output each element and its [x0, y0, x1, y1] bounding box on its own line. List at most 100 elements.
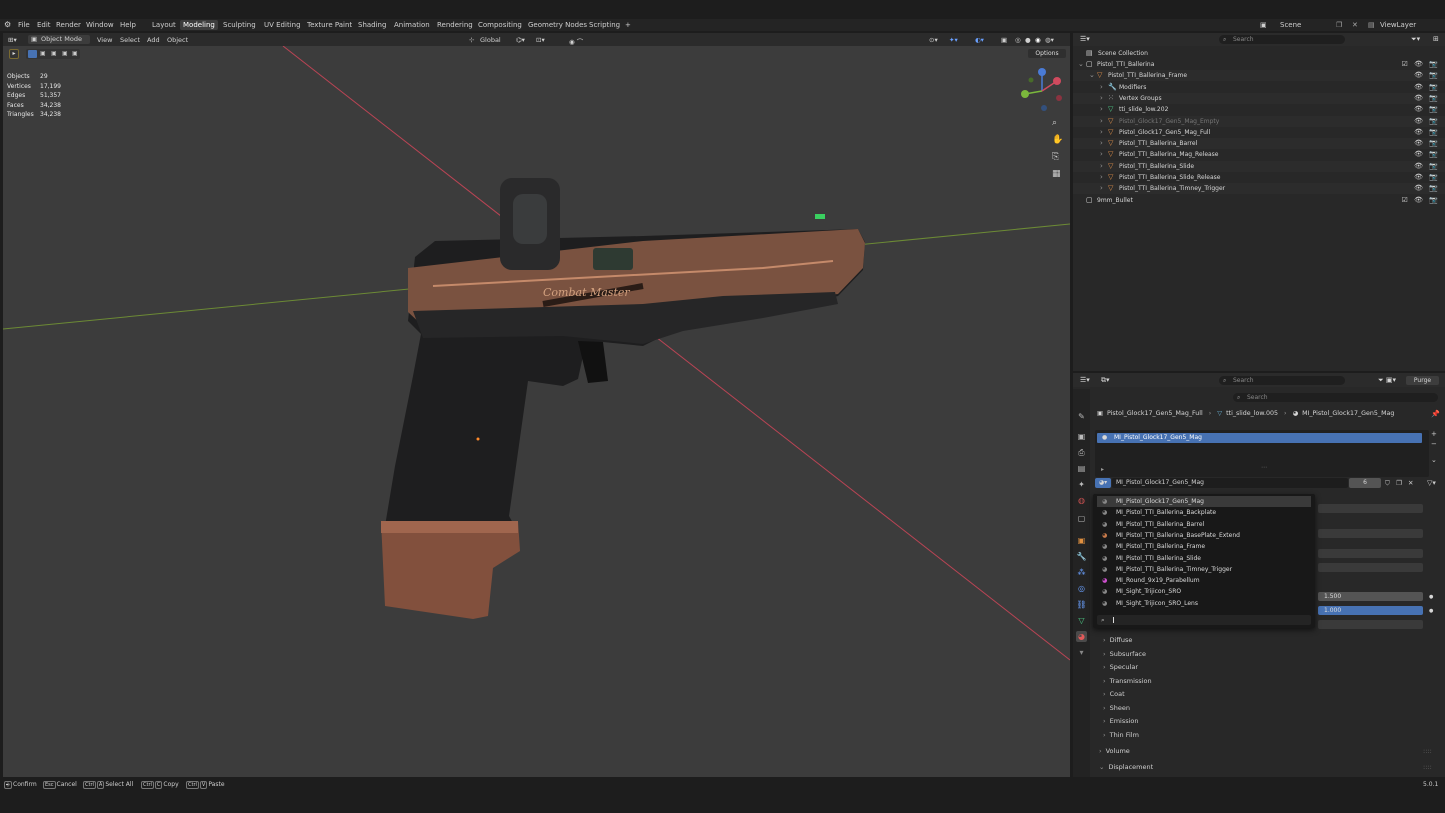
output-tab-icon[interactable]: ⎙: [1076, 447, 1087, 458]
3d-viewport[interactable]: Combat Master Objects 29 Vertices 17,199 E…: [3, 46, 1070, 777]
slot-remove-icon[interactable]: −: [1431, 440, 1437, 449]
modifier-tab-icon[interactable]: 🔧: [1076, 551, 1087, 562]
select-invert-icon[interactable]: ▣: [62, 50, 68, 57]
expand-icon[interactable]: ▸: [1101, 466, 1104, 473]
collection-tab-icon[interactable]: ▢: [1076, 513, 1087, 524]
visibility-toggle-icons[interactable]: 👁 📷: [1414, 161, 1440, 172]
outliner-row[interactable]: › ▽ Pistol_Glock17_Gen5_Mag_Full 👁 📷: [1073, 127, 1445, 138]
expand-toggle-icon[interactable]: ›: [1100, 161, 1103, 172]
material-slot-selected[interactable]: ● MI_Pistol_Glock17_Gen5_Mag: [1097, 433, 1422, 443]
visibility-toggle-icons[interactable]: 👁 📷: [1414, 104, 1440, 115]
outliner-search-input[interactable]: ⌕ Search: [1219, 35, 1345, 44]
expand-toggle-icon[interactable]: ⌄: [1078, 59, 1084, 70]
display-mode-icon[interactable]: ⧉▾: [1101, 376, 1110, 385]
material-browse-button[interactable]: ◕▾: [1095, 478, 1111, 488]
navigation-gizmo[interactable]: [1017, 66, 1067, 116]
material-option[interactable]: ◕ MI_Pistol_Glock17_Gen5_Mag: [1097, 496, 1311, 507]
object-tab-icon[interactable]: ▣: [1076, 535, 1087, 546]
panel-section-subsurface[interactable]: › Subsurface: [1103, 650, 1146, 658]
expand-toggle-icon[interactable]: ›: [1100, 172, 1103, 183]
panel-section-sheen[interactable]: › Sheen: [1103, 704, 1130, 712]
outliner-row[interactable]: ▢ 9mm_Bullet ☑ 👁 📷: [1073, 195, 1445, 206]
select-extend-icon[interactable]: ▣: [40, 50, 46, 57]
viewlayer-icon[interactable]: ▤: [1368, 21, 1375, 29]
resize-grip-icon[interactable]: ⋯: [1261, 464, 1267, 471]
menu-render[interactable]: Render: [56, 21, 81, 29]
expand-toggle-icon[interactable]: ›: [1100, 104, 1103, 115]
menu-file[interactable]: File: [18, 21, 30, 29]
outliner-row[interactable]: › ▽ Pistol_TTI_Ballerina_Slide_Release 👁 📷: [1073, 172, 1445, 183]
visibility-toggle-icons[interactable]: 👁 📷: [1414, 127, 1440, 138]
select-subtract-icon[interactable]: ▣: [51, 50, 57, 57]
field-placeholder-5[interactable]: [1318, 620, 1423, 629]
proportional-edit-icon[interactable]: ◉ ⌒: [569, 36, 583, 46]
visibility-toggle-icons[interactable]: ☑ 👁 📷: [1402, 59, 1440, 70]
tab-sculpting[interactable]: Sculpting: [223, 21, 256, 29]
tab-uv-editing[interactable]: UV Editing: [264, 21, 301, 29]
properties-top-search-input[interactable]: ⌕ Search: [1219, 376, 1345, 385]
gizmo-icon[interactable]: ✦▾: [949, 36, 958, 44]
shading-material-icon[interactable]: ◉: [1035, 36, 1041, 44]
expand-toggle-icon[interactable]: ›: [1100, 116, 1103, 127]
select-new-icon[interactable]: [28, 50, 37, 58]
menu-edit[interactable]: Edit: [37, 21, 51, 29]
xray-icon[interactable]: ▣: [1001, 36, 1007, 44]
outliner-row[interactable]: › ⁙ Vertex Groups 👁 📷: [1073, 92, 1445, 104]
drag-handle-icon[interactable]: ::::: [1423, 747, 1432, 755]
particles-tab-icon[interactable]: ⁂: [1076, 567, 1087, 578]
expand-toggle-icon[interactable]: ›: [1100, 149, 1103, 160]
menu-view[interactable]: View: [97, 36, 112, 44]
visibility-toggle-icons[interactable]: 👁 📷: [1414, 172, 1440, 183]
keyframe-dot-icon[interactable]: ●: [1429, 608, 1433, 614]
material-option[interactable]: ◕ MI_Pistol_TTI_Ballerina_Frame: [1097, 541, 1311, 552]
blender-logo-icon[interactable]: ⚙: [4, 20, 11, 29]
expand-toggle-icon[interactable]: ›: [1100, 127, 1103, 138]
material-option[interactable]: ◕ MI_Pistol_TTI_Ballerina_Timney_Trigger: [1097, 564, 1311, 575]
select-intersect-icon[interactable]: ▣: [72, 50, 78, 57]
outliner-row[interactable]: ⌄ ▢ Pistol_TTI_Ballerina ☑ 👁 📷: [1073, 59, 1445, 70]
tab-animation[interactable]: Animation: [394, 21, 430, 29]
expand-toggle-icon[interactable]: ›: [1100, 93, 1103, 104]
value-field-2[interactable]: 1.000: [1318, 606, 1423, 615]
material-option[interactable]: ◕ MI_Pistol_TTI_Ballerina_Backplate: [1097, 507, 1311, 518]
zoom-icon[interactable]: ⌕: [1052, 115, 1063, 132]
outliner-row-scene-collection[interactable]: ▤ Scene Collection: [1073, 48, 1445, 59]
tool-tab-icon[interactable]: ✎: [1076, 411, 1087, 422]
menu-window[interactable]: Window: [86, 21, 114, 29]
viewlayer-name[interactable]: ViewLayer: [1380, 21, 1416, 29]
material-option[interactable]: ◕ MI_Round_9x19_Parabellum: [1097, 575, 1311, 586]
shading-rendered-icon[interactable]: ◍▾: [1045, 36, 1054, 44]
value-field-1[interactable]: 1.500: [1318, 592, 1423, 601]
camera-view-icon[interactable]: ⎘: [1052, 149, 1063, 166]
tab-texture-paint[interactable]: Texture Paint: [307, 21, 352, 29]
field-placeholder-1[interactable]: [1318, 504, 1423, 513]
unlink-icon[interactable]: ✕: [1408, 479, 1413, 487]
add-workspace-icon[interactable]: +: [625, 21, 631, 29]
purge-button[interactable]: Purge: [1406, 376, 1439, 385]
tab-modeling[interactable]: Modeling: [180, 20, 218, 30]
pin-icon[interactable]: 📌: [1431, 410, 1440, 418]
visibility-toggle-icons[interactable]: 👁 📷: [1414, 116, 1440, 127]
tab-rendering[interactable]: Rendering: [437, 21, 473, 29]
shading-wireframe-icon[interactable]: ◎: [1015, 36, 1021, 44]
visibility-toggle-icons[interactable]: 👁 📷: [1414, 138, 1440, 149]
slot-add-icon[interactable]: +: [1431, 430, 1437, 439]
outliner-row[interactable]: › ▽ tti_slide_low.202 👁 📷: [1073, 104, 1445, 115]
dropdown-search-input[interactable]: ⌕: [1097, 615, 1311, 625]
outliner-row[interactable]: › ▽ Pistol_Glock17_Gen5_Mag_Empty 👁 📷: [1073, 115, 1445, 127]
editor-type-icon[interactable]: ⊞▾: [8, 36, 17, 44]
visibility-icon[interactable]: ⊙▾: [929, 36, 938, 44]
visibility-toggle-icons[interactable]: 👁 📷: [1414, 149, 1440, 160]
material-option[interactable]: ◕ MI_Sight_Trijicon_SRO: [1097, 586, 1311, 597]
overlay-icon[interactable]: ◐▾: [975, 36, 984, 44]
keyframe-dot-icon[interactable]: ●: [1429, 594, 1433, 600]
material-option[interactable]: ◕ MI_Pistol_TTI_Ballerina_BasePlate_Exten…: [1097, 530, 1311, 541]
delete-scene-icon[interactable]: ✕: [1352, 21, 1358, 29]
field-placeholder-3[interactable]: [1318, 549, 1423, 558]
expand-toggle-icon[interactable]: ⌄: [1089, 70, 1095, 81]
orientation-dropdown[interactable]: Global: [480, 36, 501, 44]
expand-toggle-icon[interactable]: ›: [1100, 138, 1103, 149]
outliner-row[interactable]: › 🔧 Modifiers 👁 📷: [1073, 82, 1445, 93]
expand-toggle-icon[interactable]: ›: [1100, 183, 1103, 194]
physics-tab-icon[interactable]: ◎: [1076, 583, 1087, 594]
